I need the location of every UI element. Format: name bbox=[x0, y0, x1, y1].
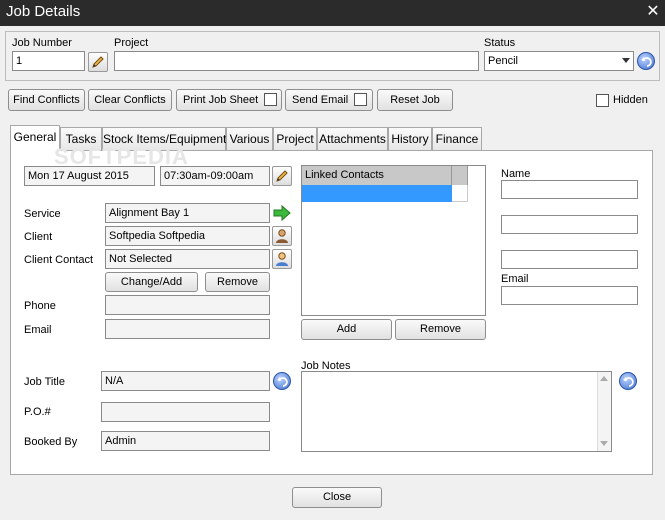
contact-name-field[interactable] bbox=[501, 180, 638, 199]
job-title-field[interactable]: N/A bbox=[101, 371, 270, 391]
scroll-down-icon[interactable] bbox=[600, 441, 608, 446]
job-title-label: Job Title bbox=[24, 376, 65, 388]
job-number-label: Job Number bbox=[12, 37, 72, 49]
linked-contacts-row-cell bbox=[452, 185, 468, 202]
scroll-up-icon[interactable] bbox=[600, 376, 608, 381]
job-notes-scrollbar[interactable] bbox=[597, 372, 611, 451]
client-contact-label: Client Contact bbox=[24, 254, 94, 266]
service-label: Service bbox=[24, 208, 61, 220]
contact-field-3[interactable] bbox=[501, 250, 638, 269]
service-field[interactable]: Alignment Bay 1 bbox=[105, 203, 270, 223]
client-label: Client bbox=[24, 231, 53, 243]
tab-attachments[interactable]: Attachments bbox=[317, 127, 388, 151]
phone-field[interactable] bbox=[105, 295, 270, 315]
client-lookup-button[interactable] bbox=[272, 226, 292, 246]
person-icon bbox=[276, 252, 288, 266]
person-icon bbox=[276, 229, 288, 243]
change-add-button[interactable]: Change/Add bbox=[105, 272, 198, 292]
clear-conflicts-button[interactable]: Clear Conflicts bbox=[88, 89, 172, 111]
watermark: SOFTPEDIA bbox=[54, 144, 189, 169]
close-icon[interactable]: ✕ bbox=[645, 4, 661, 20]
linked-contacts-add-button[interactable]: Add bbox=[301, 319, 392, 340]
job-notes-textarea[interactable] bbox=[301, 371, 612, 452]
job-title-reset-button[interactable] bbox=[273, 372, 291, 390]
email-field[interactable] bbox=[105, 319, 270, 339]
send-email-button[interactable]: Send Email bbox=[285, 89, 373, 111]
job-notes-reset-button[interactable] bbox=[619, 372, 637, 390]
client-contact-remove-button[interactable]: Remove bbox=[205, 272, 270, 292]
service-go-button[interactable] bbox=[272, 203, 292, 223]
edit-job-number-button[interactable] bbox=[88, 52, 108, 72]
send-email-label: Send Email bbox=[292, 94, 349, 106]
close-button[interactable]: Close bbox=[292, 487, 382, 508]
green-arrow-icon bbox=[273, 204, 291, 222]
linked-contacts-header: Linked Contacts bbox=[302, 166, 452, 185]
print-job-sheet-button[interactable]: Print Job Sheet bbox=[176, 89, 282, 111]
project-field[interactable] bbox=[114, 51, 479, 71]
phone-label: Phone bbox=[24, 300, 56, 312]
email-label: Email bbox=[24, 324, 52, 336]
undo-arrow-icon bbox=[623, 377, 634, 387]
linked-contacts-header-extra bbox=[452, 166, 468, 185]
po-field[interactable] bbox=[101, 402, 270, 422]
find-conflicts-button[interactable]: Find Conflicts bbox=[8, 89, 85, 111]
booked-by-label: Booked By bbox=[24, 436, 78, 448]
linked-contacts-selected-row[interactable] bbox=[302, 185, 452, 202]
reset-job-button[interactable]: Reset Job bbox=[377, 89, 453, 111]
tab-history[interactable]: History bbox=[388, 127, 432, 151]
job-number-field[interactable]: 1 bbox=[12, 51, 85, 71]
undo-arrow-icon bbox=[641, 57, 652, 67]
hidden-checkbox[interactable] bbox=[596, 94, 609, 107]
send-email-checkbox[interactable] bbox=[354, 92, 368, 106]
contact-field-2[interactable] bbox=[501, 215, 638, 234]
window-title: Job Details bbox=[6, 3, 81, 20]
print-job-sheet-label: Print Job Sheet bbox=[183, 94, 259, 106]
client-contact-lookup-button[interactable] bbox=[272, 249, 292, 269]
pencil-icon bbox=[92, 56, 104, 68]
tab-finance[interactable]: Finance bbox=[432, 127, 482, 151]
tab-various[interactable]: Various bbox=[226, 127, 273, 151]
contact-email-field[interactable] bbox=[501, 286, 638, 305]
undo-arrow-icon bbox=[277, 377, 288, 387]
title-bar: Job Details bbox=[0, 0, 665, 26]
contact-name-label: Name bbox=[501, 168, 531, 180]
edit-date-time-button[interactable] bbox=[272, 166, 292, 186]
chevron-down-icon bbox=[622, 58, 630, 63]
status-label: Status bbox=[484, 37, 516, 49]
linked-contacts-remove-button[interactable]: Remove bbox=[395, 319, 486, 340]
pencil-icon bbox=[276, 170, 288, 182]
project-label: Project bbox=[114, 37, 149, 49]
print-job-sheet-checkbox[interactable] bbox=[264, 92, 278, 106]
client-field[interactable]: Softpedia Softpedia bbox=[105, 226, 270, 246]
status-value: Pencil bbox=[488, 55, 518, 67]
client-contact-field[interactable]: Not Selected bbox=[105, 249, 270, 269]
tab-project[interactable]: Project bbox=[273, 127, 317, 151]
hidden-label: Hidden bbox=[613, 94, 648, 106]
status-select[interactable]: Pencil bbox=[484, 51, 634, 71]
booked-by-field[interactable]: Admin bbox=[101, 431, 270, 451]
contact-email-label: Email bbox=[501, 273, 529, 285]
status-refresh-button[interactable] bbox=[637, 52, 655, 70]
tab-general[interactable]: General bbox=[10, 125, 60, 151]
po-label: P.O.# bbox=[24, 406, 51, 418]
